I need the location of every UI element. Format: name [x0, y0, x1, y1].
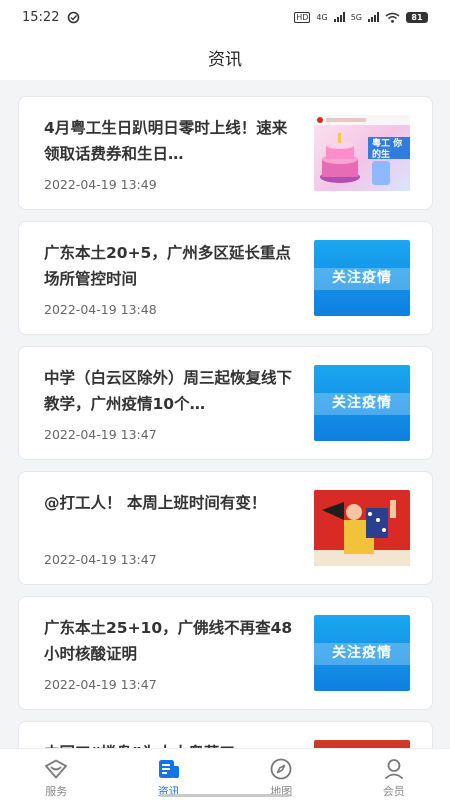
tab-map[interactable]: 地图 — [225, 749, 338, 800]
status-time: 15:22 — [22, 9, 60, 25]
news-icon — [157, 758, 181, 780]
news-card[interactable]: 中国工“楼盘”为十大粤菜工 — [18, 721, 433, 748]
wifi-icon — [385, 12, 400, 23]
news-card[interactable]: 中学（白云区除外）周三起恢复线下教学，广州疫情10个… 2022-04-19 1… — [18, 346, 433, 460]
signal-5g-icon — [368, 12, 379, 22]
tab-label: 服务 — [45, 785, 68, 798]
status-bar: 15:22 HD 4G 5G 81 — [0, 0, 450, 34]
hd-indicator: HD — [294, 11, 311, 23]
news-thumbnail — [314, 490, 410, 566]
tab-label: 会员 — [382, 785, 405, 798]
thumb-caption: 关注疫情 — [332, 270, 392, 286]
battery-icon: 81 — [406, 11, 428, 23]
news-time: 2022-04-19 13:47 — [44, 427, 157, 442]
news-title: 广东本土20+5，广州多区延长重点场所管控时间 — [44, 244, 291, 288]
news-thumbnail: 关注疫情 — [314, 615, 410, 691]
thumb-caption: 关注疫情 — [332, 645, 392, 661]
tab-member[interactable]: 会员 — [338, 749, 450, 800]
signal-4g-icon — [333, 12, 345, 22]
news-title: 4月粤工生日趴明日零时上线！速来领取话费券和生日… — [44, 119, 288, 163]
bottom-tab-bar: 服务 资讯 地图 会员 — [0, 748, 450, 800]
worker-megaphone-image — [314, 500, 410, 566]
news-title: 中学（白云区除外）周三起恢复线下教学，广州疫情10个… — [44, 369, 293, 413]
news-time: 2022-04-19 13:49 — [44, 177, 157, 192]
news-title: 广东本土25+10，广佛线不再查48小时核酸证明 — [44, 619, 293, 663]
news-title: @打工人！ 本周上班时间有变！ — [44, 494, 267, 512]
service-icon — [44, 758, 68, 780]
status-right: HD 4G 5G 81 — [294, 11, 428, 23]
news-time: 2022-04-19 13:48 — [44, 302, 157, 317]
news-time: 2022-04-19 13:47 — [44, 552, 157, 567]
news-card[interactable]: 广东本土20+5，广州多区延长重点场所管控时间 2022-04-19 13:48… — [18, 221, 433, 335]
network-4g-label: 4G — [316, 12, 328, 22]
home-indicator[interactable] — [160, 794, 290, 797]
tab-service[interactable]: 服务 — [0, 749, 113, 800]
news-thumbnail — [314, 740, 410, 748]
news-time: 2022-04-19 13:47 — [44, 677, 157, 692]
notification-icon — [68, 11, 80, 23]
member-icon — [382, 758, 406, 780]
compass-icon — [269, 758, 293, 780]
news-card[interactable]: 4月粤工生日趴明日零时上线！速来领取话费券和生日… 2022-04-19 13:… — [18, 96, 433, 210]
network-5g-label: 5G — [350, 12, 362, 22]
page-title: 资讯 — [208, 49, 242, 70]
news-card[interactable]: @打工人！ 本周上班时间有变！ 2022-04-19 13:47 — [18, 471, 433, 585]
status-left: 15:22 — [22, 10, 80, 25]
news-thumbnail: 关注疫情 — [314, 365, 410, 441]
thumb-caption: 关注疫情 — [332, 395, 392, 411]
thumb-caption: 粤工 你的生 — [372, 139, 403, 160]
news-card[interactable]: 广东本土25+10，广佛线不再查48小时核酸证明 2022-04-19 13:4… — [18, 596, 433, 710]
news-title: 中国工“楼盘”为十大粤菜工 — [44, 740, 294, 748]
tab-news[interactable]: 资讯 — [113, 749, 226, 800]
news-feed[interactable]: 4月粤工生日趴明日零时上线！速来领取话费券和生日… 2022-04-19 13:… — [18, 96, 433, 748]
news-thumbnail: 粤工 你的生 — [314, 115, 410, 191]
news-thumbnail: 关注疫情 — [314, 240, 410, 316]
page-header: 资讯 — [0, 34, 450, 80]
